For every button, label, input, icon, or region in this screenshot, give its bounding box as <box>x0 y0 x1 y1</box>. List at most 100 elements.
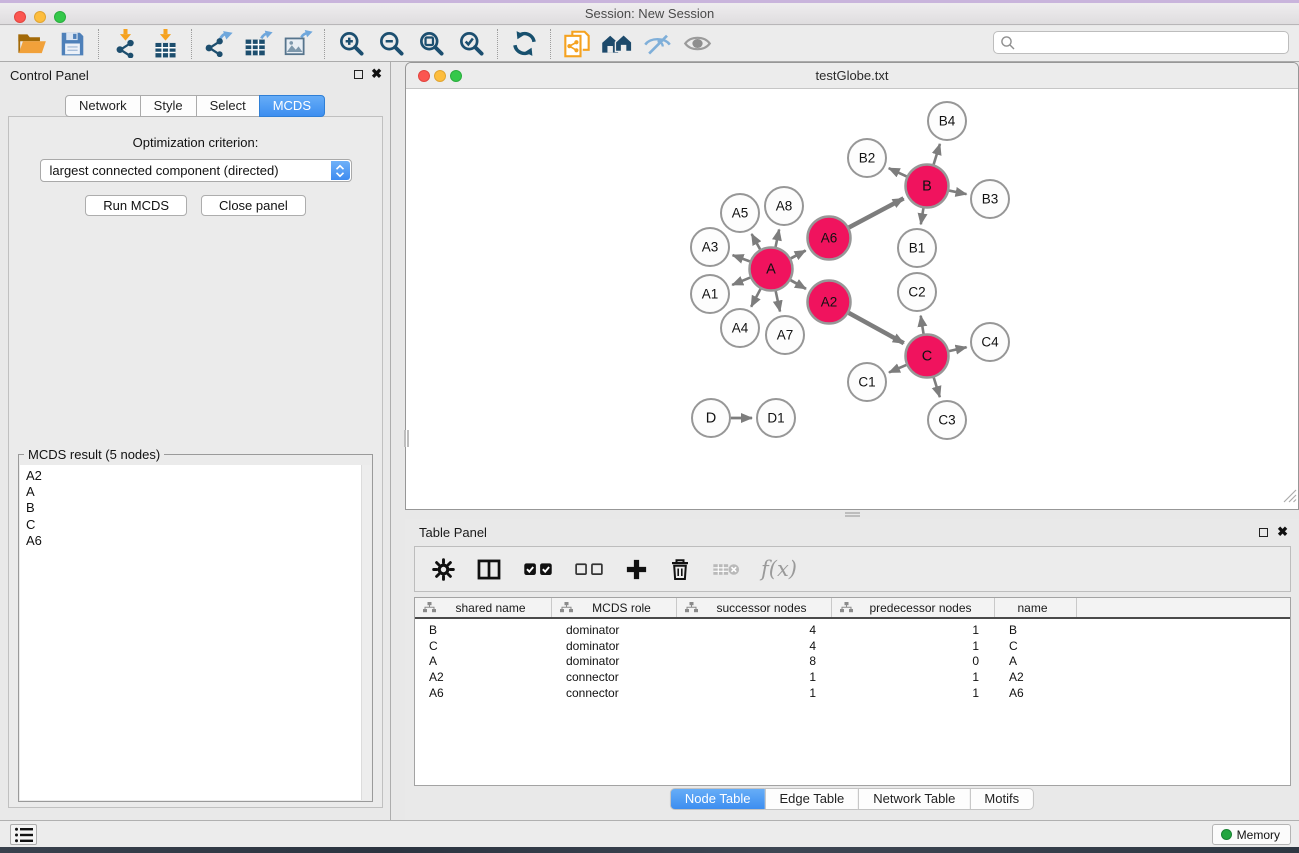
graph-edge-A-A8[interactable] <box>776 230 780 247</box>
mcds-result-item[interactable]: C <box>20 517 371 533</box>
network-canvas[interactable]: A A1 A2 A3 A4 A5 A6 A7 A8 B B1 B2 B3 B4 C C1 C2 C3 C4 D D1 <box>406 89 1298 509</box>
run-mcds-button[interactable]: Run MCDS <box>85 195 187 216</box>
tab-style[interactable]: Style <box>140 95 197 117</box>
graph-node-A7[interactable]: A7 <box>766 316 804 354</box>
open-session-icon[interactable] <box>12 28 52 60</box>
graph-node-A1[interactable]: A1 <box>691 275 729 313</box>
show-hidden-icon[interactable] <box>677 28 717 60</box>
task-history-button[interactable] <box>10 824 37 845</box>
zoom-fit-icon[interactable] <box>411 28 451 60</box>
graph-node-D1[interactable]: D1 <box>757 399 795 437</box>
float-table-panel-icon[interactable] <box>1259 528 1268 537</box>
tab-mcds[interactable]: MCDS <box>259 95 325 117</box>
select-all-columns-icon[interactable] <box>523 560 553 579</box>
graph-edge-B-B1[interactable] <box>921 208 924 224</box>
column-header-name[interactable]: name <box>995 598 1077 617</box>
table-row[interactable]: Adominator80A <box>415 654 1290 670</box>
export-table-icon[interactable] <box>238 28 278 60</box>
graph-node-A5[interactable]: A5 <box>721 194 759 232</box>
graph-node-C4[interactable]: C4 <box>971 323 1009 361</box>
zoom-selected-icon[interactable] <box>451 28 491 60</box>
mcds-result-item[interactable]: B <box>20 500 371 516</box>
graph-edge-A-A3[interactable] <box>733 255 750 261</box>
graph-edge-A-A1[interactable] <box>732 278 750 285</box>
tab-node-table[interactable]: Node Table <box>670 788 766 810</box>
graph-edge-C-C2[interactable] <box>921 316 924 334</box>
graph-edge-C-C3[interactable] <box>934 377 940 397</box>
graph-edge-A-A5[interactable] <box>752 234 760 249</box>
close-panel-icon[interactable]: ✖ <box>371 67 382 81</box>
create-column-icon[interactable] <box>625 558 648 581</box>
column-header-shared-name[interactable]: shared name <box>415 598 552 617</box>
graph-node-A3[interactable]: A3 <box>691 228 729 266</box>
hide-selected-icon[interactable] <box>637 28 677 60</box>
graph-node-A4[interactable]: A4 <box>721 309 759 347</box>
mcds-result-item[interactable]: A <box>20 484 371 500</box>
import-network-icon[interactable] <box>105 28 145 60</box>
graph-node-B1[interactable]: B1 <box>898 229 936 267</box>
export-image-icon[interactable] <box>278 28 318 60</box>
panel-divider-handle[interactable] <box>845 512 860 517</box>
close-table-panel-icon[interactable]: ✖ <box>1277 525 1288 539</box>
graph-node-C1[interactable]: C1 <box>848 363 886 401</box>
graph-node-B[interactable]: B <box>906 165 949 208</box>
graph-node-A6[interactable]: A6 <box>808 217 851 260</box>
graph-node-A[interactable]: A <box>750 248 793 291</box>
close-network-window-button[interactable] <box>418 70 430 82</box>
tab-motifs[interactable]: Motifs <box>969 788 1034 810</box>
maximize-network-window-button[interactable] <box>450 70 462 82</box>
graph-edge-C-C4[interactable] <box>949 347 967 351</box>
copy-current-view-icon[interactable] <box>557 28 597 60</box>
toggle-columns-icon[interactable] <box>476 558 502 581</box>
graph-edge-A6-B[interactable] <box>849 198 904 227</box>
tab-select[interactable]: Select <box>196 95 260 117</box>
float-panel-icon[interactable] <box>354 70 363 79</box>
graph-node-B4[interactable]: B4 <box>928 102 966 140</box>
table-row[interactable]: Bdominator41B <box>415 622 1290 638</box>
criterion-dropdown[interactable]: largest connected component (directed) <box>40 159 352 182</box>
graph-edge-C-C1[interactable] <box>889 365 906 373</box>
table-row[interactable]: Cdominator41C <box>415 638 1290 654</box>
table-settings-gear-icon[interactable] <box>432 558 455 581</box>
graph-node-B3[interactable]: B3 <box>971 180 1009 218</box>
export-network-icon[interactable] <box>198 28 238 60</box>
graph-node-D[interactable]: D <box>692 399 730 437</box>
graph-edge-A-A4[interactable] <box>751 289 760 307</box>
tab-network-table[interactable]: Network Table <box>858 788 970 810</box>
unselect-all-columns-icon[interactable] <box>574 560 604 579</box>
refresh-icon[interactable] <box>504 28 544 60</box>
zoom-out-icon[interactable] <box>371 28 411 60</box>
graph-node-C[interactable]: C <box>906 335 949 378</box>
close-panel-button[interactable]: Close panel <box>201 195 306 216</box>
home-layout-icon[interactable] <box>597 28 637 60</box>
graph-node-B2[interactable]: B2 <box>848 139 886 177</box>
tab-edge-table[interactable]: Edge Table <box>764 788 859 810</box>
graph-edge-B-B4[interactable] <box>934 144 940 165</box>
zoom-in-icon[interactable] <box>331 28 371 60</box>
column-header-predecessor-nodes[interactable]: predecessor nodes <box>832 598 995 617</box>
graph-edge-A-A7[interactable] <box>776 291 780 312</box>
column-header-mcds-role[interactable]: MCDS role <box>552 598 677 617</box>
delete-columns-icon[interactable] <box>669 557 691 582</box>
graph-edge-A2-C[interactable] <box>849 313 904 343</box>
graph-node-C2[interactable]: C2 <box>898 273 936 311</box>
graph-edge-B-B3[interactable] <box>949 191 966 195</box>
minimize-window-button[interactable] <box>34 11 46 23</box>
resize-grip-icon[interactable] <box>1283 489 1297 508</box>
graph-node-C3[interactable]: C3 <box>928 401 966 439</box>
mcds-result-item[interactable]: A2 <box>20 468 371 484</box>
table-row[interactable]: A2connector11A2 <box>415 669 1290 685</box>
graph-edge-A-A2[interactable] <box>791 280 806 289</box>
maximize-window-button[interactable] <box>54 11 66 23</box>
save-session-icon[interactable] <box>52 28 92 60</box>
column-header-successor-nodes[interactable]: successor nodes <box>677 598 832 617</box>
import-table-icon[interactable] <box>145 28 185 60</box>
minimize-network-window-button[interactable] <box>434 70 446 82</box>
search-input[interactable] <box>1017 34 1288 52</box>
graph-edge-B-B2[interactable] <box>889 168 907 176</box>
graph-node-A8[interactable]: A8 <box>765 187 803 225</box>
graph-node-A2[interactable]: A2 <box>808 281 851 324</box>
graph-edge-A-A6[interactable] <box>791 250 806 258</box>
list-scrollbar[interactable] <box>361 465 371 800</box>
table-row[interactable]: A6connector11A6 <box>415 685 1290 701</box>
